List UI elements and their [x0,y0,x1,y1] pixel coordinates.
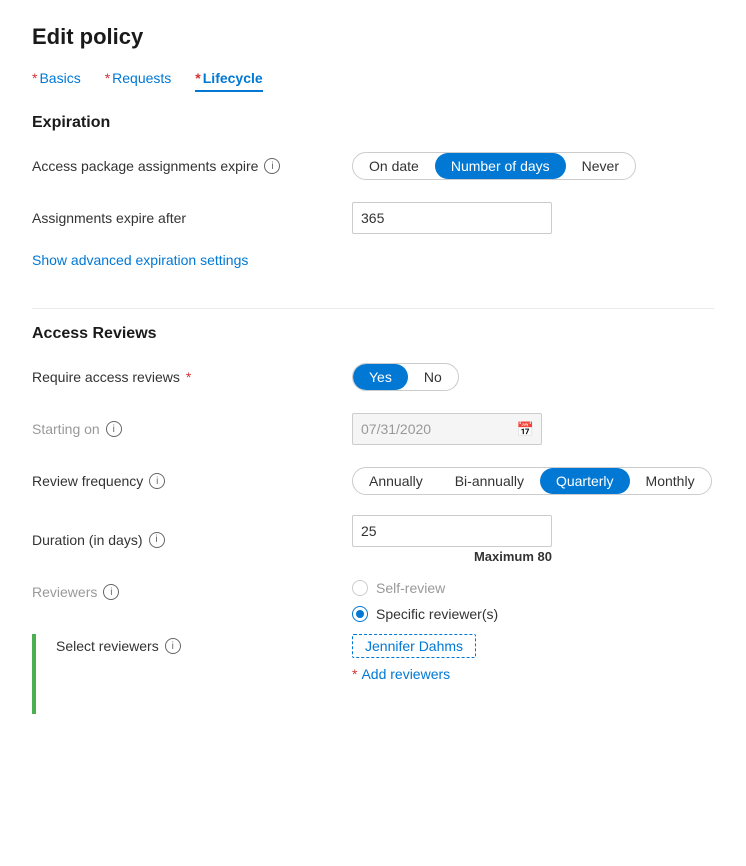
frequency-info-icon[interactable]: i [149,473,165,489]
advanced-expiration-link[interactable]: Show advanced expiration settings [32,252,248,268]
tab-lifecycle[interactable]: *Lifecycle [195,70,262,90]
self-review-radio-indicator [352,580,368,596]
assignments-expire-row: Access package assignments expire i On d… [32,148,714,184]
expiration-section-title: Expiration [32,114,714,132]
expire-number-of-days-btn[interactable]: Number of days [435,153,566,179]
require-access-reviews-label: Require access reviews * [32,369,352,385]
review-frequency-label: Review frequency i [32,473,352,489]
specific-reviewer-radio-indicator [352,606,368,622]
require-reviews-toggle-group: Yes No [352,363,459,391]
select-reviewers-section: Select reviewers i Jennifer Dahms * Add … [32,634,714,714]
starting-on-input-wrap: 📅 [352,413,542,445]
expire-never-btn[interactable]: Never [566,153,635,179]
require-no-btn[interactable]: No [408,364,458,390]
freq-monthly-btn[interactable]: Monthly [630,468,711,494]
expire-after-input[interactable] [352,202,552,234]
expire-after-label: Assignments expire after [32,210,352,226]
frequency-toggle-group: Annually Bi-annually Quarterly Monthly [352,467,712,495]
reviewers-label: Reviewers i [32,580,352,600]
starting-on-input[interactable] [352,413,542,445]
page-title: Edit policy [32,24,714,50]
select-reviewers-label: Select reviewers i [56,634,352,654]
starting-on-info-icon[interactable]: i [106,421,122,437]
duration-label: Duration (in days) i [32,532,352,548]
starting-on-label: Starting on i [32,421,352,437]
expire-toggle-group: On date Number of days Never [352,152,636,180]
specific-reviewer-label: Specific reviewer(s) [376,606,498,622]
assignments-expire-label: Access package assignments expire i [32,158,352,174]
reviewers-row: Reviewers i Self-review Specific reviewe… [32,580,714,622]
duration-max-note: Maximum 80 [352,549,552,564]
access-reviews-section-title: Access Reviews [32,325,714,343]
tab-bar: *Basics *Requests *Lifecycle [32,70,714,90]
expire-on-date-btn[interactable]: On date [353,153,435,179]
tab-basics[interactable]: *Basics [32,70,81,90]
reviewer-chip[interactable]: Jennifer Dahms [352,634,476,658]
tab-requests[interactable]: *Requests [105,70,172,90]
duration-row: Duration (in days) i Maximum 80 [32,515,714,564]
specific-reviewer-radio[interactable]: Specific reviewer(s) [352,606,498,622]
freq-quarterly-btn[interactable]: Quarterly [540,468,630,494]
starting-on-row: Starting on i 📅 [32,411,714,447]
review-frequency-row: Review frequency i Annually Bi-annually … [32,463,714,499]
duration-input[interactable] [352,515,552,547]
add-reviewers-link[interactable]: * Add reviewers [352,666,476,682]
self-review-label: Self-review [376,580,445,596]
select-reviewers-info-icon[interactable]: i [165,638,181,654]
require-access-reviews-row: Require access reviews * Yes No [32,359,714,395]
duration-input-wrap: Maximum 80 [352,515,552,564]
expire-after-row: Assignments expire after [32,200,714,236]
section-divider [32,308,714,309]
duration-info-icon[interactable]: i [149,532,165,548]
reviewers-info-icon[interactable]: i [103,584,119,600]
self-review-radio[interactable]: Self-review [352,580,498,596]
freq-annually-btn[interactable]: Annually [353,468,439,494]
reviewer-type-radio-group: Self-review Specific reviewer(s) [352,580,498,622]
require-yes-btn[interactable]: Yes [353,364,408,390]
reviewer-content: Jennifer Dahms * Add reviewers [352,634,476,682]
freq-bi-annually-btn[interactable]: Bi-annually [439,468,540,494]
expire-info-icon[interactable]: i [264,158,280,174]
